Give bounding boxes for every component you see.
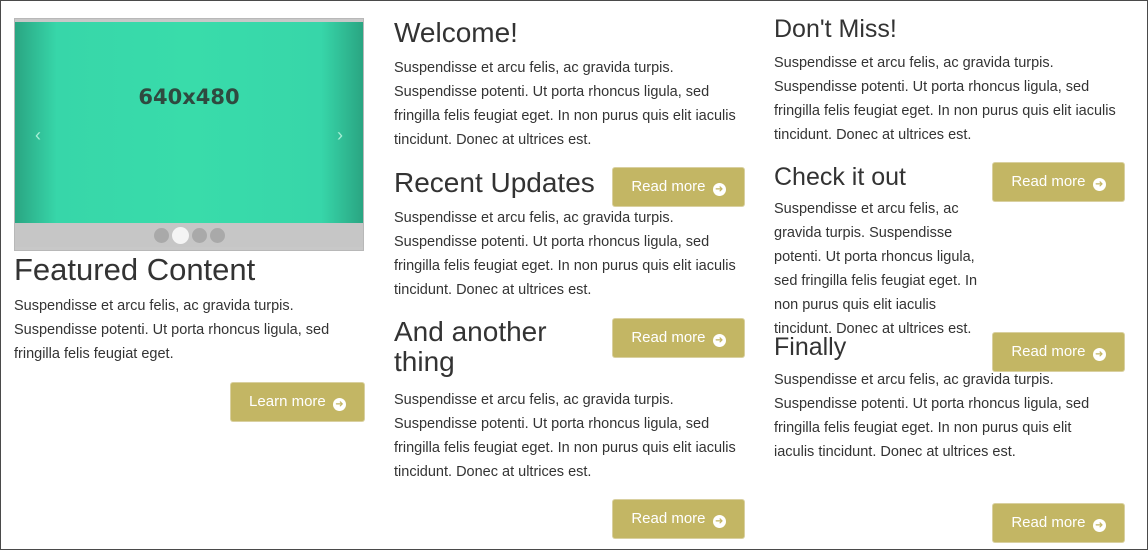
another-thing-text: Suspendisse et arcu felis, ac gravida tu… xyxy=(394,392,736,480)
slider-dot-1[interactable] xyxy=(153,227,169,243)
featured-title: Featured Content xyxy=(14,252,256,287)
learn-more-label: Learn more xyxy=(249,393,326,410)
slider-dot-4[interactable] xyxy=(209,227,225,243)
featured-text: Suspendisse et arcu felis, ac gravida tu… xyxy=(14,298,330,362)
right-bottom-read-more-label: Read more xyxy=(1011,514,1086,531)
welcome-text: Suspendisse et arcu felis, ac gravida tu… xyxy=(394,60,736,148)
right-bottom-read-more-button[interactable]: Read more ➜ xyxy=(993,504,1124,542)
learn-more-button[interactable]: Learn more ➜ xyxy=(231,383,364,421)
slide-image-label: 640x480 xyxy=(138,85,240,109)
another-read-more-button[interactable]: Read more ➜ xyxy=(613,319,744,357)
check-read-more-label: Read more xyxy=(1011,173,1086,190)
slider-dot-3[interactable] xyxy=(191,227,207,243)
page-frame: 640x480 ‹ › Featured Content Suspendisse… xyxy=(0,0,1148,550)
dont-miss-text: Suspendisse et arcu felis, ac gravida tu… xyxy=(774,55,1116,143)
middle-bottom-read-more-label: Read more xyxy=(631,510,706,527)
middle-bottom-read-more-button[interactable]: Read more ➜ xyxy=(613,500,744,538)
another-read-more-label: Read more xyxy=(631,329,706,346)
arrow-circle-right-icon: ➜ xyxy=(712,334,726,347)
arrow-circle-right-icon: ➜ xyxy=(712,515,726,528)
check-read-more-button[interactable]: Read more ➜ xyxy=(993,163,1124,201)
image-slider[interactable]: 640x480 ‹ › xyxy=(14,18,364,251)
welcome-title: Welcome! xyxy=(394,17,518,48)
another-thing-title: And another thing xyxy=(394,317,614,377)
arrow-circle-right-icon: ➜ xyxy=(1092,178,1106,191)
finally-text: Suspendisse et arcu felis, ac gravida tu… xyxy=(774,372,1090,460)
another-thing-title-line2: thing xyxy=(394,346,455,377)
arrow-circle-right-icon: ➜ xyxy=(712,183,726,196)
slide-image: 640x480 ‹ › xyxy=(15,22,363,240)
chevron-left-icon[interactable]: ‹ xyxy=(35,126,41,144)
another-thing-title-line1: And another xyxy=(394,316,547,347)
recent-read-more-label: Read more xyxy=(631,178,706,195)
finally-read-more-label: Read more xyxy=(1011,343,1086,360)
arrow-circle-right-icon: ➜ xyxy=(332,398,346,411)
slider-dot-2[interactable] xyxy=(171,226,189,244)
recent-read-more-button[interactable]: Read more ➜ xyxy=(613,168,744,206)
check-it-out-text-body: Suspendisse et arcu felis, ac gravida tu… xyxy=(774,201,978,337)
dont-miss-title: Don't Miss! xyxy=(774,15,897,43)
arrow-circle-right-icon: ➜ xyxy=(1092,348,1106,361)
chevron-right-icon[interactable]: › xyxy=(337,126,343,144)
finally-read-more-button[interactable]: Read more ➜ xyxy=(993,333,1124,371)
slider-pagination xyxy=(15,223,363,247)
recent-updates-text: Suspendisse et arcu felis, ac gravida tu… xyxy=(394,210,736,298)
arrow-circle-right-icon: ➜ xyxy=(1092,519,1106,532)
check-it-out-text: Suspendisse et arcu felis, ac gravida tu… xyxy=(774,197,1109,341)
